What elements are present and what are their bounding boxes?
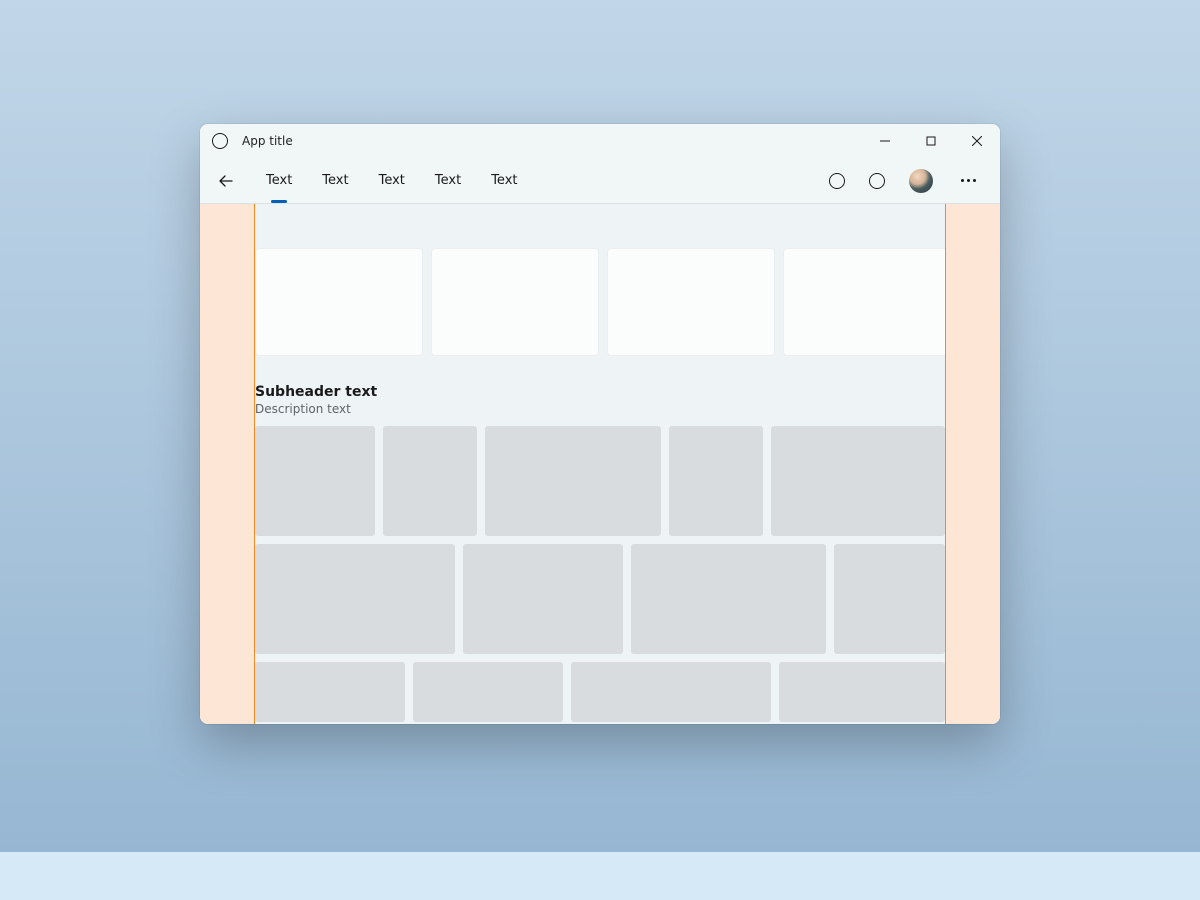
maximize-button[interactable] [908,124,954,158]
masonry-row [255,426,945,536]
nav-right [829,169,988,193]
masonry-row [255,662,945,722]
grid-tile[interactable] [834,544,945,654]
minimize-button[interactable] [862,124,908,158]
grid-tile[interactable] [485,426,661,536]
window-controls [862,124,1000,158]
avatar[interactable] [909,169,933,193]
app-window: App title Text Text Text Text Text [200,124,1000,724]
nav-action-icon-1[interactable] [829,173,845,189]
back-button[interactable] [212,167,240,195]
tab-1[interactable]: Text [260,158,298,203]
content-area: Subheader text Description text [200,204,1000,724]
dot-icon [961,179,964,182]
tab-3[interactable]: Text [373,158,411,203]
tab-label: Text [379,173,405,188]
grid-tile[interactable] [571,662,771,722]
grid-tile[interactable] [771,426,945,536]
grid-tile[interactable] [255,426,375,536]
tab-strip: Text Text Text Text Text [260,158,523,203]
tab-label: Text [322,173,348,188]
tab-4[interactable]: Text [429,158,467,203]
close-icon [972,136,982,146]
titlebar: App title [200,124,1000,158]
nav-action-icon-2[interactable] [869,173,885,189]
dot-icon [967,179,970,182]
content-card[interactable] [607,248,775,356]
margin-guide-left [200,204,255,724]
app-title: App title [242,134,293,148]
app-icon [212,133,228,149]
content-card[interactable] [783,248,945,356]
grid-tile[interactable] [383,426,477,536]
content-card[interactable] [255,248,423,356]
tab-5[interactable]: Text [485,158,523,203]
margin-guide-right [945,204,1000,724]
tab-label: Text [435,173,461,188]
section-header: Subheader text Description text [255,384,945,416]
dot-icon [973,179,976,182]
scroll-area[interactable]: Subheader text Description text [255,204,945,724]
grid-tile[interactable] [463,544,623,654]
card-row [255,248,945,356]
grid-tile[interactable] [669,426,763,536]
taskbar [0,852,1200,900]
close-button[interactable] [954,124,1000,158]
masonry-grid [255,426,945,722]
masonry-row [255,544,945,654]
subheader-text: Subheader text [255,384,945,400]
navbar: Text Text Text Text Text [200,158,1000,204]
back-arrow-icon [218,173,234,189]
content-card[interactable] [431,248,599,356]
grid-tile[interactable] [255,662,405,722]
grid-tile[interactable] [779,662,945,722]
minimize-icon [880,136,890,146]
grid-tile[interactable] [255,544,455,654]
grid-tile[interactable] [413,662,563,722]
tab-2[interactable]: Text [316,158,354,203]
tab-label: Text [491,173,517,188]
tab-label: Text [266,173,292,188]
more-button[interactable] [957,175,980,186]
description-text: Description text [255,402,945,416]
maximize-icon [926,136,936,146]
grid-tile[interactable] [631,544,826,654]
